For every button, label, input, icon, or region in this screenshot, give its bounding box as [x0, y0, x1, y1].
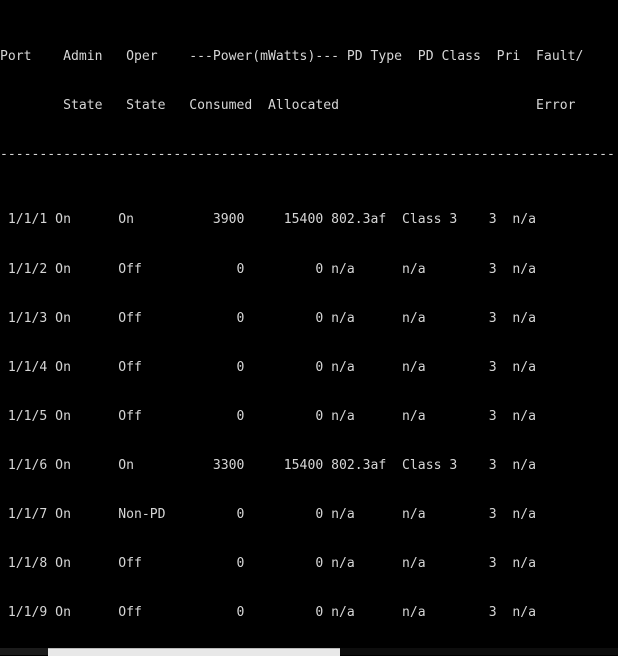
poe-table-row: 1/1/4 On Off 0 0 n/a n/a 3 n/a [0, 359, 537, 375]
window-edge-right [340, 648, 618, 655]
poe-table-row: 1/1/9 On Off 0 0 n/a n/a 3 n/a [0, 604, 537, 620]
poe-table-row: 1/1/5 On Off 0 0 n/a n/a 3 n/a [0, 408, 537, 424]
terminal-output[interactable]: Port Admin Oper ---Power(mWatts)--- PD T… [0, 0, 618, 655]
poe-table-row: 1/1/1 On On 3900 15400 802.3af Class 3 3… [0, 212, 537, 228]
poe-table-row: 1/1/7 On Non-PD 0 0 n/a n/a 3 n/a [0, 506, 537, 522]
poe-table-header-row-2: State State Consumed Allocated Error [0, 98, 576, 114]
poe-table-row: 1/1/8 On Off 0 0 n/a n/a 3 n/a [0, 555, 537, 571]
poe-table-row: 1/1/3 On Off 0 0 n/a n/a 3 n/a [0, 310, 537, 326]
poe-table-row: 1/1/2 On Off 0 0 n/a n/a 3 n/a [0, 261, 537, 277]
poe-table-separator-top: ----------------------------------------… [0, 147, 615, 163]
poe-table-row: 1/1/6 On On 3300 15400 802.3af Class 3 3… [0, 457, 537, 473]
poe-table-header-row-1: Port Admin Oper ---Power(mWatts)--- PD T… [0, 49, 584, 65]
window-edge-left [0, 648, 48, 655]
